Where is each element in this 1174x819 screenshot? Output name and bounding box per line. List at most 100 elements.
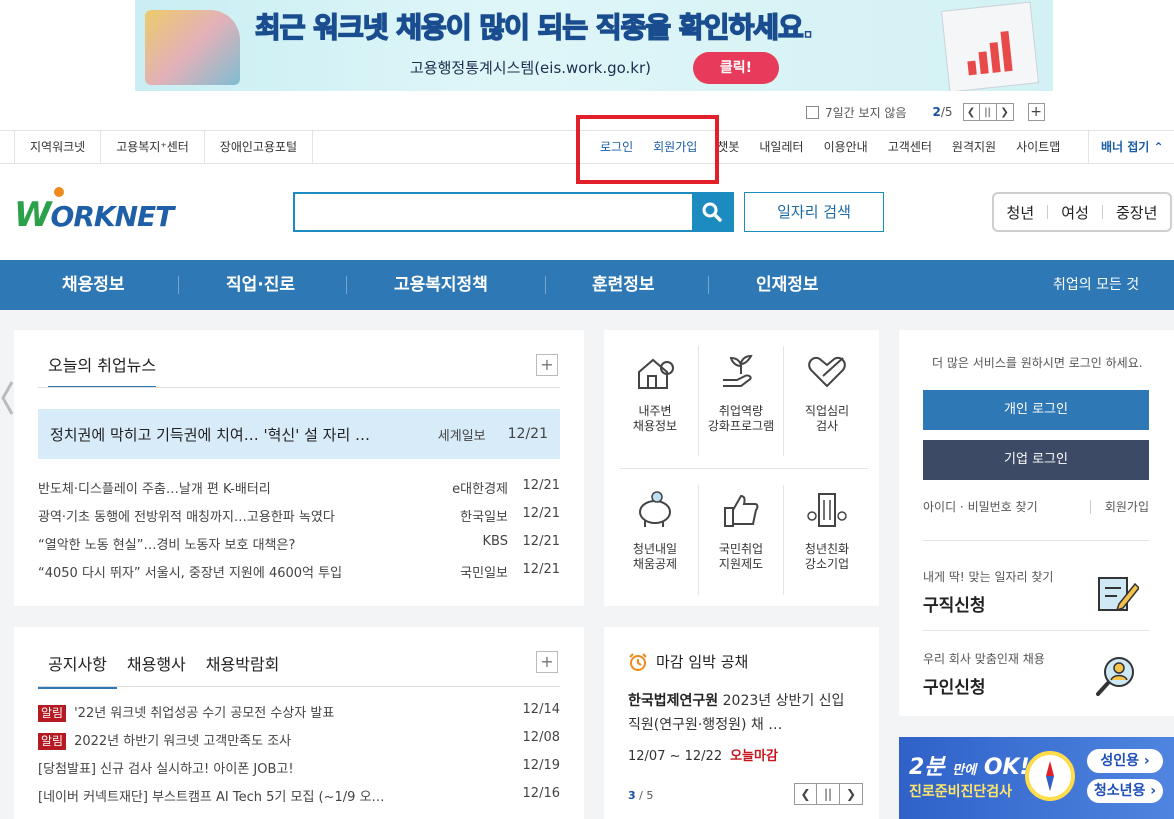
tab-youth[interactable]: 청년 — [1007, 202, 1035, 223]
search-input[interactable] — [295, 194, 692, 230]
news-item[interactable]: “열악한 노동 현실”…경비 노동자 보호 대책은? KBS 12/21 — [38, 534, 560, 553]
notice-tag: 알림 — [38, 705, 67, 722]
quiz-headline: 2분 만에 OK! — [909, 755, 1030, 780]
tab-middle-aged[interactable]: 중장년 — [1116, 202, 1157, 223]
news-item[interactable]: “4050 다시 뛰자” 서울시, 중장년 지원에 4600억 투입 국민일보 12… — [38, 562, 560, 581]
deadline-panel: 마감 임박 공채 한국법제연구원 2023년 상반기 신입 직원(연구원·행정원… — [604, 627, 879, 819]
job-search-button[interactable]: 일자리 검색 — [744, 192, 884, 232]
deadline-job-posting[interactable]: 한국법제연구원 2023년 상반기 신입 직원(연구원·행정원) 채 … — [628, 689, 860, 737]
util-welfare-center[interactable]: 고용복지⁺센터 — [100, 131, 204, 163]
search-button[interactable] — [692, 194, 732, 230]
deadline-title: 마감 임박 공채 — [628, 651, 748, 672]
notice-panel: 공지사항 채용행사 채용박람회 + 알림 '22년 워크넷 취업성공 수기 공모전… — [14, 627, 584, 819]
customer-center-link[interactable]: 고객센터 — [878, 131, 942, 163]
highlight-box — [576, 115, 719, 184]
login-panel: 더 많은 서비스를 원하시면 로그인 하세요. 개인 로그인 기업 로그인 아이… — [899, 330, 1174, 716]
guide-link[interactable]: 이용안내 — [814, 131, 878, 163]
notices-more-button[interactable]: + — [536, 651, 558, 673]
notice-tag: 알림 — [38, 733, 67, 750]
banner-subtext: 고용행정통계시스템(eis.work.go.kr) — [410, 59, 652, 77]
login-message: 더 많은 서비스를 원하시면 로그인 하세요. — [932, 356, 1143, 370]
age-tabs: 청년 여성 중장년 — [992, 192, 1172, 232]
house-pin-icon — [638, 358, 674, 389]
search-box — [293, 192, 734, 232]
notice-item[interactable]: 알림 2022년 하반기 워크넷 고객만족도 조사 12/08 — [38, 730, 560, 750]
company-login-button[interactable]: 기업 로그인 — [923, 440, 1149, 480]
compass-icon — [1025, 751, 1075, 801]
thumbs-up-icon — [724, 494, 759, 527]
banner-headline: 최근 워크넷 채용이 많이 되는 직종을 확인하세요. — [254, 10, 814, 45]
tab-women[interactable]: 여성 — [1061, 202, 1089, 223]
sitemap-link[interactable]: 사이트맵 — [1006, 131, 1070, 163]
util-disabled-portal[interactable]: 장애인고용포털 — [203, 131, 314, 163]
tab-hiring-events[interactable]: 채용행사 — [117, 651, 196, 689]
banner-collapse-button[interactable]: 배너 접기 ⌃ — [1088, 131, 1174, 163]
nav-welfare-policy[interactable]: 고용복지정책 — [394, 260, 488, 310]
service-competency-program[interactable]: 취업역량 강화프로그램 — [698, 352, 784, 434]
deadline-period: 12/07 ~ 12/22 오늘마감 — [628, 749, 778, 764]
hide-7days-checkbox[interactable] — [806, 105, 819, 119]
services-grid: 내주변 채용정보 취업역량 강화프로그램 직업심리 검사 청년내일 채움공제 국민취업 지… — [604, 330, 879, 606]
piggy-bank-icon — [639, 491, 671, 527]
banner-prev-button[interactable]: ❮ — [962, 103, 980, 121]
nav-all-about-jobs[interactable]: 취업의 모든 것 — [1053, 260, 1139, 310]
notice-item[interactable]: [당첨발표] 신규 검사 실시하고! 아이폰 JOB고! 12/19 — [38, 758, 560, 777]
util-local-worknet[interactable]: 지역워크넷 — [14, 131, 100, 163]
newsletter-link[interactable]: 내일레터 — [749, 131, 813, 163]
deadline-status: 오늘마감 — [730, 749, 778, 764]
quiz-title: 진로준비진단검사 — [909, 784, 1013, 800]
service-youth-savings[interactable]: 청년내일 채움공제 — [612, 490, 698, 572]
signup-link-box[interactable]: 회원가입 — [1105, 498, 1149, 515]
notice-item[interactable]: [네이버 커넥트재단] 부스트캠프 AI Tech 5기 모집 (~1/9 오…… — [38, 786, 560, 805]
news-headline[interactable]: 정치권에 막히고 기득권에 치여… '혁신' 설 자리 … 세계일보 12/21 — [38, 409, 560, 459]
resume-pencil-icon — [1098, 577, 1139, 612]
deadline-prev-button[interactable]: ❮ — [794, 783, 817, 805]
news-more-button[interactable]: + — [536, 354, 558, 376]
nav-job-info[interactable]: 채용정보 — [62, 260, 125, 310]
banner-pause-button[interactable]: || — [979, 103, 997, 121]
news-item[interactable]: 반도체·디스플레이 주춤…날개 편 K-배터리 e대한경제 12/21 — [38, 478, 560, 497]
promo-banner[interactable]: 최근 워크넷 채용이 많이 되는 직종을 확인하세요. 고용행정통계시스템(ei… — [135, 0, 1053, 91]
tab-notices[interactable]: 공지사항 — [38, 651, 117, 689]
find-id-password-link[interactable]: 아이디 · 비밀번호 찾기 — [923, 498, 1038, 515]
magnifier-person-icon — [1096, 657, 1134, 696]
banner-add-button[interactable]: + — [1027, 103, 1045, 121]
banner-pager: 2/5 — [932, 105, 953, 119]
service-nearby-jobs[interactable]: 내주변 채용정보 — [612, 352, 698, 434]
remote-support-link[interactable]: 원격지원 — [942, 131, 1006, 163]
deadline-pause-button[interactable]: || — [817, 783, 840, 805]
banner-click-button[interactable]: 클릭! — [693, 52, 779, 84]
hide-7days-label[interactable]: 7일간 보지 않음 — [825, 104, 907, 121]
service-youth-friendly-company[interactable]: 청년친화 강소기업 — [784, 490, 870, 572]
main-navigation: 채용정보 직업·진로 고용복지정책 훈련정보 인재정보 취업의 모든 것 — [0, 260, 1174, 310]
news-title[interactable]: 오늘의 취업뉴스 — [48, 352, 157, 388]
search-icon — [702, 202, 722, 222]
heart-pencil-icon — [808, 356, 846, 388]
deadline-next-button[interactable]: ❯ — [840, 783, 863, 805]
building-icon — [807, 493, 847, 527]
job-seek-apply[interactable]: 내게 딱! 맞는 일자리 찾기 구직신청 — [923, 568, 1149, 616]
adult-test-button[interactable]: 성인용 › — [1087, 749, 1163, 773]
worknet-logo[interactable]: WORKNET — [14, 187, 174, 235]
people-chart-illustration — [145, 10, 240, 85]
nav-talent[interactable]: 인재정보 — [756, 260, 819, 310]
deadline-pager: 3 / 5 — [628, 789, 654, 802]
youth-test-button[interactable]: 청소년용 › — [1087, 779, 1163, 803]
banner-controls: 7일간 보지 않음 2/5 ❮ || ❯ + — [806, 101, 1045, 123]
sprout-hand-icon — [723, 354, 753, 387]
nav-training[interactable]: 훈련정보 — [592, 260, 655, 310]
hire-apply[interactable]: 우리 회사 맞춤인재 채용 구인신청 — [923, 650, 1149, 698]
alarm-clock-icon — [629, 652, 647, 671]
personal-login-button[interactable]: 개인 로그인 — [923, 390, 1149, 430]
service-psych-test[interactable]: 직업심리 검사 — [784, 352, 870, 434]
chevron-up-icon: ⌃ — [1153, 140, 1164, 154]
notice-item[interactable]: 알림 '22년 워크넷 취업성공 수기 공모전 수상자 발표 12/14 — [38, 702, 560, 722]
nav-career[interactable]: 직업·진로 — [226, 260, 295, 310]
employment-news-panel: 오늘의 취업뉴스 + 정치권에 막히고 기득권에 치여… '혁신' 설 자리 …… — [14, 330, 584, 606]
service-national-employment[interactable]: 국민취업 지원제도 — [698, 490, 784, 572]
banner-next-button[interactable]: ❯ — [996, 103, 1014, 121]
tab-job-fairs[interactable]: 채용박람회 — [196, 651, 290, 689]
news-item[interactable]: 광역·기초 동행에 전방위적 매칭까지…고용한파 녹였다 한국일보 12/21 — [38, 506, 560, 525]
document-chart-illustration — [940, 1, 1040, 91]
career-test-banner[interactable]: 2분 만에 OK! 진로준비진단검사 성인용 › 청소년용 › — [899, 737, 1174, 819]
